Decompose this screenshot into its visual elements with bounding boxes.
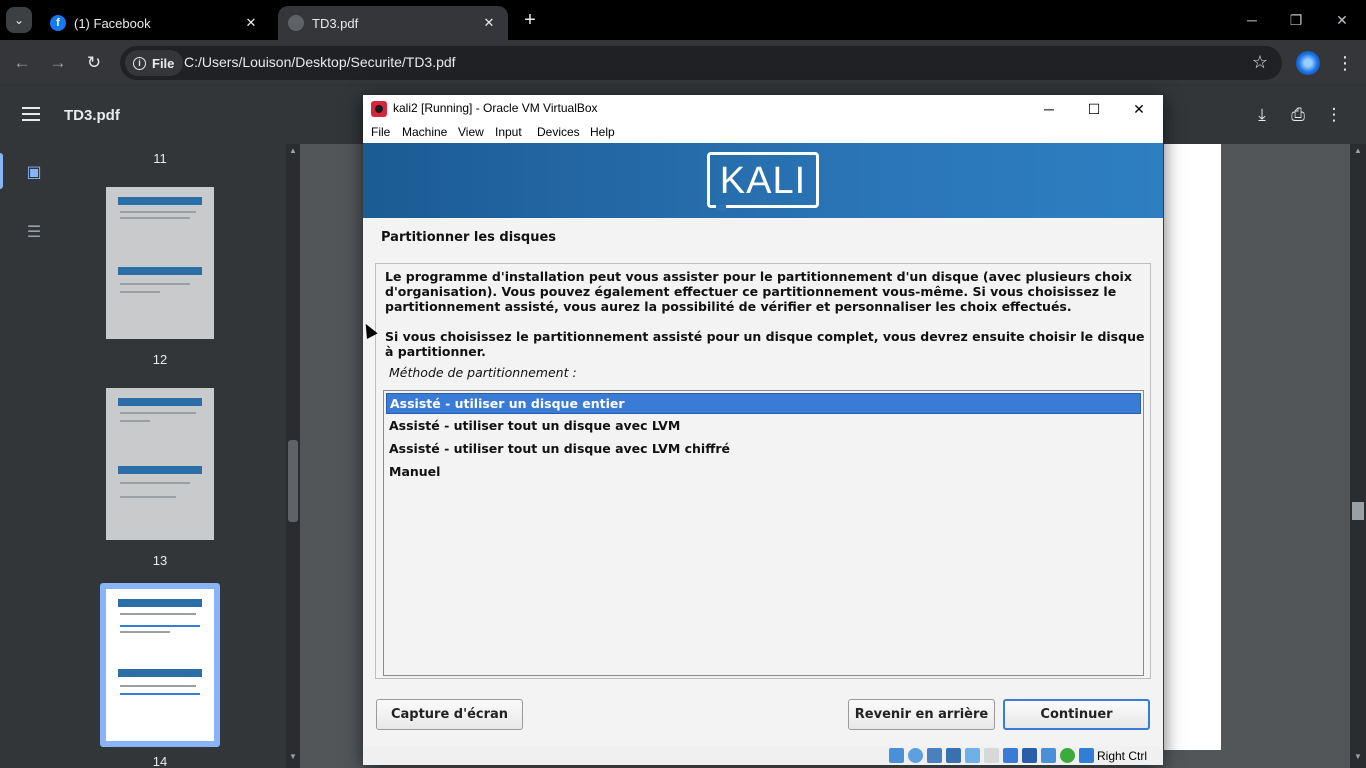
- page-number: 12: [152, 352, 168, 367]
- list-item[interactable]: Manuel: [386, 462, 1141, 483]
- more-options-icon[interactable]: ⋮: [1323, 104, 1345, 126]
- pdf-side-rail: ▣ ☰: [0, 144, 68, 768]
- host-key-label: Right Ctrl: [1097, 749, 1148, 763]
- browser-toolbar: ← → ↻ i File C:/Users/Louison/Desktop/Se…: [0, 40, 1366, 86]
- document-scrollbar[interactable]: [1350, 144, 1366, 768]
- display-icon[interactable]: [1003, 748, 1018, 763]
- page-number: 13: [152, 553, 168, 568]
- continue-button[interactable]: Continuer: [1003, 699, 1150, 730]
- doc-scroll-up-icon[interactable]: ▲: [1351, 144, 1365, 158]
- virtualbox-logo-icon: [371, 101, 387, 117]
- vbox-titlebar[interactable]: kali2 [Running] - Oracle VM VirtualBox ─…: [363, 95, 1163, 122]
- vbox-window-title: kali2 [Running] - Oracle VM VirtualBox: [393, 101, 598, 115]
- site-info-chip[interactable]: i File: [125, 50, 184, 76]
- virtualbox-window: kali2 [Running] - Oracle VM VirtualBox ─…: [363, 95, 1163, 765]
- profile-avatar[interactable]: [1296, 51, 1320, 75]
- instruction-paragraph: Si vous choisissez le partitionnement as…: [385, 329, 1145, 359]
- tab-title: TD3.pdf: [312, 15, 359, 31]
- globe-icon: [288, 15, 304, 31]
- kali-banner: KALI: [363, 143, 1163, 218]
- menu-help[interactable]: Help: [590, 125, 615, 139]
- screenshot-button[interactable]: Capture d'écran: [376, 699, 523, 730]
- vbox-menubar: File Machine View Input Devices Help: [363, 122, 1163, 143]
- window-close-button[interactable]: ✕: [1320, 8, 1364, 32]
- page-number: 11: [153, 151, 167, 166]
- doc-scroll-down-icon[interactable]: ▼: [1351, 750, 1365, 764]
- vbox-statusbar: Right Ctrl: [363, 747, 1163, 765]
- vbox-maximize-button[interactable]: ☐: [1072, 97, 1116, 121]
- tab-td3-pdf[interactable]: TD3.pdf ✕: [278, 6, 508, 40]
- url-text[interactable]: C:/Users/Louison/Desktop/Securite/TD3.pd…: [184, 54, 456, 70]
- mouse-integration-icon[interactable]: [1060, 748, 1075, 763]
- list-item[interactable]: Assisté - utiliser tout un disque avec L…: [386, 416, 1141, 437]
- bookmark-star-icon[interactable]: ☆: [1252, 52, 1268, 73]
- usb-icon[interactable]: [965, 748, 980, 763]
- reload-button[interactable]: ↻: [82, 51, 106, 75]
- info-icon: i: [133, 56, 146, 70]
- print-icon[interactable]: ⎙: [1287, 104, 1309, 126]
- menu-input[interactable]: Input: [495, 125, 522, 139]
- scroll-up-icon[interactable]: ▲: [286, 144, 300, 158]
- recording-icon[interactable]: [1022, 748, 1037, 763]
- installer-content-frame: Le programme d'installation peut vous as…: [375, 263, 1151, 679]
- document-scrollbar-thumb[interactable]: [1352, 502, 1364, 520]
- pdf-page: [1164, 144, 1221, 750]
- vbox-minimize-button[interactable]: ─: [1027, 97, 1071, 121]
- outline-icon[interactable]: ☰: [22, 221, 46, 245]
- thumbnail-scrollbar-thumb[interactable]: [288, 440, 298, 522]
- menu-file[interactable]: File: [371, 125, 390, 139]
- partition-method-list[interactable]: Assisté - utiliser un disque entier Assi…: [383, 390, 1144, 676]
- installer-step-title: Partitionner les disques: [381, 230, 557, 245]
- cpu-icon[interactable]: [1041, 748, 1056, 763]
- list-item-selected[interactable]: Assisté - utiliser un disque entier: [386, 393, 1141, 414]
- address-bar[interactable]: i File C:/Users/Louison/Desktop/Securite…: [120, 46, 1282, 80]
- instruction-paragraph: Le programme d'installation peut vous as…: [385, 269, 1132, 314]
- menu-icon[interactable]: [22, 107, 40, 121]
- tab-search-button[interactable]: ⌄: [6, 7, 32, 33]
- pdf-title: TD3.pdf: [64, 107, 120, 124]
- page-thumbnail[interactable]: [106, 388, 214, 540]
- hard-disk-icon[interactable]: [889, 748, 904, 763]
- optical-drive-icon[interactable]: [908, 748, 923, 763]
- keyboard-capture-icon[interactable]: [1079, 748, 1094, 763]
- back-button[interactable]: ←: [10, 51, 34, 75]
- kali-logo: KALI: [707, 152, 819, 211]
- menu-view[interactable]: View: [458, 125, 484, 139]
- page-number: 14: [152, 754, 168, 768]
- minimize-button[interactable]: ─: [1230, 8, 1274, 32]
- page-thumbnail-selected[interactable]: [106, 589, 214, 741]
- scroll-down-icon[interactable]: ▼: [286, 750, 300, 764]
- thumbnails-icon[interactable]: ▣: [22, 161, 46, 185]
- new-tab-button[interactable]: +: [519, 10, 541, 32]
- list-item[interactable]: Assisté - utiliser tout un disque avec L…: [386, 439, 1141, 460]
- close-icon[interactable]: ✕: [242, 14, 260, 32]
- active-rail-indicator: [0, 153, 3, 189]
- back-button[interactable]: Revenir en arrière: [848, 699, 995, 730]
- close-icon[interactable]: ✕: [480, 14, 498, 32]
- restore-button[interactable]: ❐: [1274, 8, 1318, 32]
- vbox-close-button[interactable]: ✕: [1117, 97, 1161, 121]
- shared-folders-icon[interactable]: [984, 748, 999, 763]
- method-label: Méthode de partitionnement :: [389, 365, 577, 380]
- network-icon[interactable]: [946, 748, 961, 763]
- page-thumbnail[interactable]: [106, 187, 214, 339]
- forward-button[interactable]: →: [46, 51, 70, 75]
- facebook-icon: f: [50, 15, 66, 31]
- browser-tab-strip: ⌄ f (1) Facebook ✕ TD3.pdf ✕ + ─ ❐ ✕: [0, 0, 1366, 40]
- browser-menu-icon[interactable]: ⋮: [1336, 51, 1354, 75]
- guest-display[interactable]: KALI Partitionner les disques Le program…: [363, 143, 1163, 747]
- scheme-label: File: [152, 55, 175, 71]
- thumbnail-panel: 11 12 13 14: [68, 144, 300, 768]
- tab-facebook[interactable]: f (1) Facebook ✕: [40, 6, 270, 40]
- audio-icon[interactable]: [927, 748, 942, 763]
- menu-machine[interactable]: Machine: [402, 125, 447, 139]
- tab-title: (1) Facebook: [74, 15, 151, 31]
- download-icon[interactable]: ⤓: [1251, 104, 1273, 126]
- menu-devices[interactable]: Devices: [537, 125, 580, 139]
